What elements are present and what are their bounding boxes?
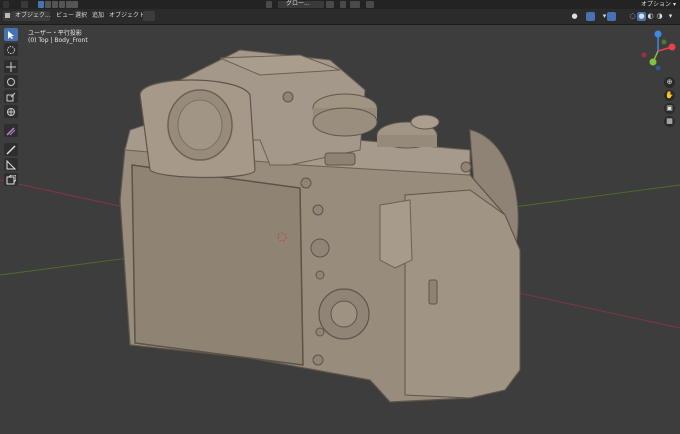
editor-type-button[interactable]	[3, 1, 9, 8]
zoom-icon[interactable]: ⊕	[664, 77, 675, 88]
move-icon	[6, 62, 16, 72]
crosshair-icon	[7, 46, 15, 54]
menu-select[interactable]: 選択	[75, 11, 87, 21]
select-box-tool[interactable]	[4, 28, 18, 41]
annotate-icon	[6, 127, 16, 136]
options-label: オプション	[641, 1, 672, 8]
select-mode-2[interactable]	[45, 1, 51, 8]
shading-wireframe-icon[interactable]: ◌	[628, 12, 637, 21]
play-button	[312, 354, 324, 366]
shading-material-icon[interactable]: ◐	[646, 12, 655, 21]
measure-icon	[6, 145, 16, 155]
scale-icon	[6, 92, 16, 102]
chevron-down-icon: ▾	[672, 1, 676, 8]
editor-type-icon[interactable]	[3, 11, 12, 21]
iso-dial-base	[312, 107, 378, 137]
grid-perspective-icon[interactable]: ▦	[664, 116, 675, 127]
focus-lever	[310, 238, 330, 258]
transform-pivot-icon[interactable]	[266, 1, 272, 8]
viewport-visibility-icon[interactable]: ●	[570, 12, 579, 21]
measure-tool[interactable]	[4, 143, 18, 156]
transform-tool[interactable]	[4, 105, 18, 118]
rotate-tool[interactable]	[4, 75, 18, 88]
mode-label: オブジェク...	[15, 12, 51, 19]
cursor-tool[interactable]	[4, 43, 18, 56]
ae-button	[312, 204, 324, 216]
3d-viewport[interactable]: ユーザー・平行投影 (0) Top | Body_Front	[0, 25, 680, 434]
select-mode-6[interactable]	[72, 1, 78, 8]
shading-solid-icon[interactable]: ●	[637, 12, 646, 21]
options-button[interactable]: オプション ▾	[641, 0, 677, 9]
add-cube-tool[interactable]	[4, 173, 18, 186]
thumb-rest	[379, 199, 413, 269]
snap-target-icon[interactable]	[340, 1, 346, 8]
gizmo-toggle-icon[interactable]	[586, 12, 595, 21]
command-dial	[324, 152, 356, 166]
ruler-icon	[6, 160, 16, 170]
menu-object[interactable]: オブジェクト	[109, 11, 145, 21]
axis-gizmo-icon	[641, 30, 676, 71]
side-port-door	[428, 279, 438, 305]
d-pad-center	[330, 300, 358, 328]
grip-side	[404, 189, 521, 399]
select-mode-3[interactable]	[52, 1, 58, 8]
cube-icon	[5, 13, 10, 18]
select-mode-4[interactable]	[59, 1, 65, 8]
cursor-arrow-icon	[8, 31, 14, 39]
navigation-gizmo[interactable]	[636, 26, 680, 76]
shutter-button	[410, 114, 440, 130]
scale-tool[interactable]	[4, 90, 18, 103]
q-button	[300, 177, 312, 189]
scene-canvas[interactable]	[0, 25, 680, 434]
ruler-tool[interactable]	[4, 158, 18, 171]
rotate-icon	[7, 78, 15, 86]
header-extra-button[interactable]	[143, 11, 155, 21]
eyepiece-inner	[177, 99, 223, 151]
move-tool[interactable]	[4, 60, 18, 73]
snap-icon[interactable]	[326, 1, 334, 8]
shading-popover-chevron-icon[interactable]: ▾	[666, 12, 675, 21]
overlays-toggle-icon[interactable]	[607, 12, 616, 21]
disp-button	[315, 327, 325, 337]
menu-view[interactable]: ビュー	[56, 11, 74, 21]
mode-dropdown[interactable]: オブジェク...	[12, 11, 51, 21]
transform-icon	[7, 108, 15, 116]
tool-indicator[interactable]	[21, 1, 28, 8]
annotate-tool[interactable]	[4, 124, 18, 137]
add-cube-icon	[6, 175, 16, 185]
menu-add[interactable]: 追加	[92, 11, 104, 21]
blender-window: グロー... オプション ▾ オブジェク... ビュー 選択 追加 オブジェクト…	[0, 0, 680, 434]
lcd-screen	[131, 164, 304, 366]
xray-toggle-icon[interactable]	[617, 12, 626, 21]
af-on-button	[460, 161, 472, 173]
collection-object-label: (0) Top | Body_Front	[28, 37, 88, 44]
view-name: ユーザー・平行投影	[28, 30, 82, 37]
shading-rendered-icon[interactable]: ◑	[655, 12, 664, 21]
proportional-edit-icon[interactable]	[350, 1, 360, 8]
top-strip: グロー... オプション ▾	[0, 0, 680, 9]
transform-orientation-dropdown[interactable]: グロー...	[278, 0, 324, 8]
camera-model[interactable]	[119, 49, 521, 403]
viewport-header: オブジェク... ビュー 選択 追加 オブジェクト ● ▾ ◌ ● ◐ ◑ ▾	[0, 9, 680, 25]
select-mode-1[interactable]	[38, 1, 44, 8]
camera-view-icon[interactable]: ▣	[664, 103, 675, 114]
transform-orientation-label: グロー...	[286, 0, 310, 7]
shutter-dial-side	[377, 135, 437, 147]
pan-hand-icon[interactable]: ✋	[664, 90, 675, 101]
proportional-falloff-icon[interactable]	[366, 1, 374, 8]
diopter-button	[282, 91, 294, 103]
menu-dot	[315, 270, 325, 280]
